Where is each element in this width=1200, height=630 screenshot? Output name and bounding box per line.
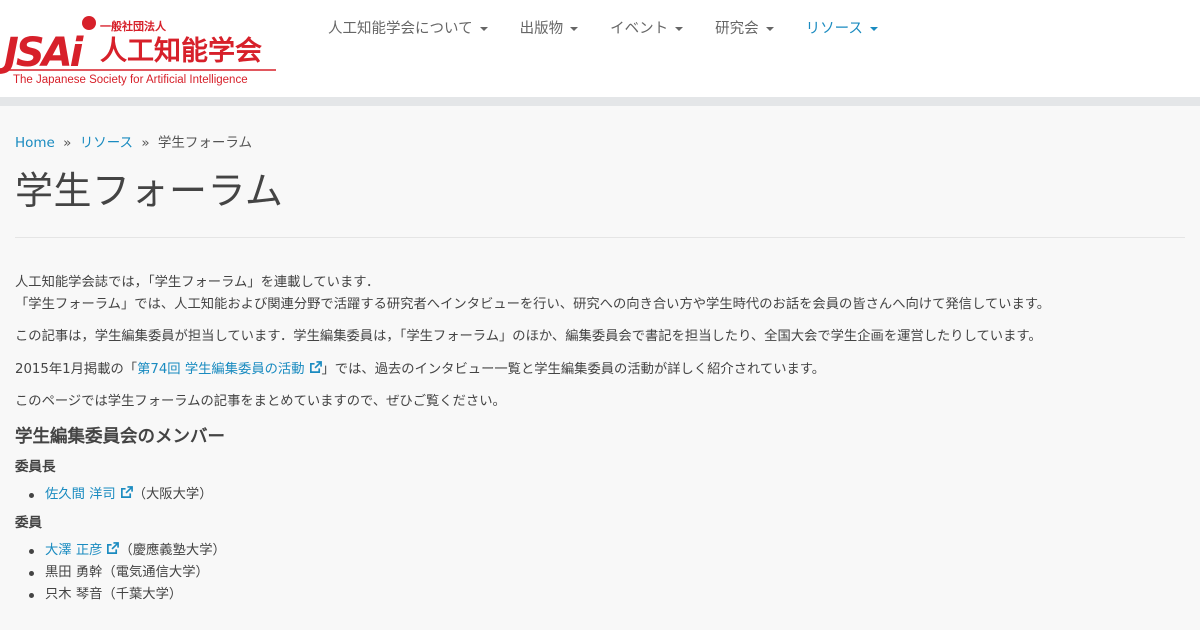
nav-publications[interactable]: 出版物 <box>504 18 595 40</box>
intro-paragraph-4: このページでは学生フォーラムの記事をまとめていますので、ぜひご覧ください。 <box>15 394 506 409</box>
member-affiliation: （千葉大学） <box>102 586 183 602</box>
list-item: 黒田 勇幹（電気通信大学） <box>25 562 1185 584</box>
intro-section: 人工知能学会誌では，「学生フォーラム」を連載しています． 「学生フォーラム」では… <box>15 272 1185 413</box>
nav-events[interactable]: イベント <box>594 18 699 40</box>
main-nav: 人工知能学会について 出版物 イベント 研究会 リソース <box>312 18 894 40</box>
chair-list: 佐久間 洋司 （大阪大学） <box>15 484 1185 506</box>
list-item: 佐久間 洋司 （大阪大学） <box>25 484 1185 506</box>
intro-line-1: 人工知能学会誌では，「学生フォーラム」を連載しています． <box>15 275 380 290</box>
member-link[interactable]: 大澤 正彦 <box>45 541 120 558</box>
chair-link[interactable]: 佐久間 洋司 <box>45 485 133 502</box>
external-link-icon <box>309 360 322 373</box>
title-divider <box>15 237 1185 238</box>
members-heading: 学生編集委員会のメンバー <box>15 426 225 447</box>
chair-affiliation: （大阪大学） <box>132 486 213 502</box>
nav-about-label: 人工知能学会について <box>328 21 473 37</box>
nav-publications-label: 出版物 <box>519 21 564 37</box>
breadcrumb: Home » リソース » 学生フォーラム <box>15 130 1185 156</box>
intro-para3-after: 」では、過去のインタビュー一覧と学生編集委員の活動が詳しく紹介されています。 <box>321 361 826 377</box>
chair-name: 佐久間 洋司 <box>45 486 116 502</box>
nav-resources-label: リソース <box>805 21 863 37</box>
breadcrumb-home-link[interactable]: Home <box>15 135 55 151</box>
chevron-down-icon <box>479 27 488 31</box>
chevron-down-icon <box>869 27 878 31</box>
student-editor-activity-link[interactable]: 第74回 学生編集委員の活動 <box>137 360 322 377</box>
jsai-logo[interactable]: JSAi 一般社団法人 人工知能学会 The Japanese Society … <box>0 14 280 88</box>
main-content: Home » リソース » 学生フォーラム 学生フォーラム 人工知能学会誌では，… <box>15 130 1185 612</box>
breadcrumb-separator: » <box>141 135 150 151</box>
chevron-down-icon <box>570 27 579 31</box>
svg-text:人工知能学会: 人工知能学会 <box>100 35 262 67</box>
header-divider <box>0 97 1200 106</box>
intro-paragraph-1: 人工知能学会誌では，「学生フォーラム」を連載しています． 「学生フォーラム」では… <box>15 272 1185 315</box>
nav-events-label: イベント <box>610 21 669 37</box>
breadcrumb-separator: » <box>63 135 72 151</box>
nav-resources[interactable]: リソース <box>790 18 894 40</box>
breadcrumb-current: 学生フォーラム <box>157 135 253 151</box>
site-header: JSAi 一般社団法人 人工知能学会 The Japanese Society … <box>0 0 1200 97</box>
svg-text:The Japanese Society for Artif: The Japanese Society for Artificial Inte… <box>13 74 248 86</box>
external-link-icon <box>107 541 120 554</box>
nav-sig[interactable]: 研究会 <box>699 18 790 40</box>
intro-paragraph-3: 2015年1月掲載の「第74回 学生編集委員の活動 」では、過去のインタビュー一覧… <box>15 359 1185 381</box>
intro-para3-before: 2015年1月掲載の「 <box>15 361 138 377</box>
list-item: 大澤 正彦 （慶應義塾大学） <box>25 540 1185 562</box>
list-item: 只木 琴音（千葉大学） <box>25 584 1185 606</box>
svg-text:一般社団法人: 一般社団法人 <box>100 19 167 33</box>
student-editor-activity-link-label: 第74回 学生編集委員の活動 <box>137 361 305 377</box>
member-affiliation: （電気通信大学） <box>102 564 209 580</box>
page-title: 学生フォーラム <box>15 169 284 213</box>
member-name: 大澤 正彦 <box>45 542 103 558</box>
intro-line-2: 「学生フォーラム」では、人工知能および関連分野で活躍する研究者へインタビューを行… <box>15 296 1051 312</box>
member-label: 委員 <box>15 514 42 531</box>
member-affiliation: （慶應義塾大学） <box>119 542 226 558</box>
nav-sig-label: 研究会 <box>715 21 759 37</box>
member-name: 黒田 勇幹 <box>45 564 103 580</box>
member-list: 大澤 正彦 （慶應義塾大学） 黒田 勇幹（電気通信大学） 只木 琴音（千葉大学） <box>15 540 1185 606</box>
chevron-down-icon <box>675 27 684 31</box>
external-link-icon <box>120 485 133 498</box>
member-name: 只木 琴音 <box>45 586 103 602</box>
chair-label: 委員長 <box>15 458 56 475</box>
intro-paragraph-2: この記事は，学生編集委員が担当しています．学生編集委員は，「学生フォーラム」のほ… <box>15 329 1042 344</box>
breadcrumb-resources-link[interactable]: リソース <box>80 135 133 151</box>
svg-text:JSAi: JSAi <box>0 30 85 76</box>
nav-about[interactable]: 人工知能学会について <box>312 18 504 40</box>
chevron-down-icon <box>765 27 774 31</box>
